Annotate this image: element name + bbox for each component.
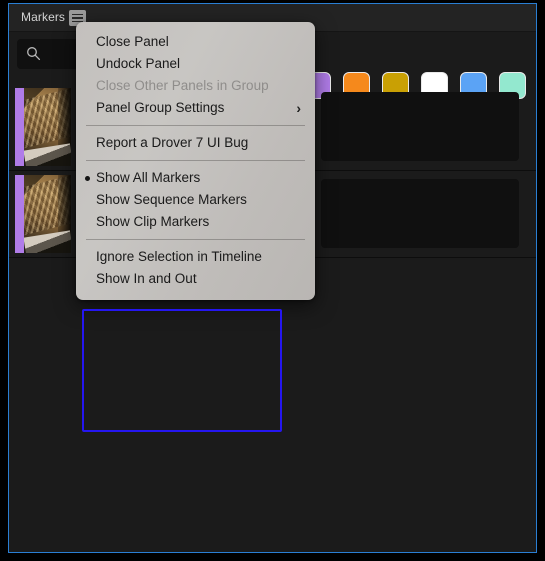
thumbnail-image <box>24 88 71 166</box>
menu-separator <box>86 160 305 161</box>
radio-selected-icon <box>85 176 90 181</box>
marker-comment-field[interactable] <box>321 179 519 248</box>
marker-comment-field[interactable] <box>321 92 519 161</box>
marker-color-bar <box>15 175 24 253</box>
app-root: Markers Close Panel Undock Panel Close O… <box>0 0 545 561</box>
marker-visibility-group: Show All Markers Show Sequence Markers S… <box>76 167 315 432</box>
menu-item-label: Close Panel <box>96 34 169 49</box>
menu-separator <box>86 239 305 240</box>
menu-item-report-ui-bug[interactable]: Report a Drover 7 UI Bug <box>76 132 315 154</box>
menu-item-close-panel[interactable]: Close Panel <box>76 31 315 53</box>
thumbnail-image <box>24 175 71 253</box>
menu-item-label: Show All Markers <box>96 170 201 185</box>
chevron-right-icon: › <box>296 100 301 116</box>
menu-item-panel-group-settings[interactable]: Panel Group Settings › <box>76 97 315 119</box>
menu-item-label: Show Clip Markers <box>96 214 210 229</box>
menu-item-close-other-panels-in-group: Close Other Panels in Group <box>76 75 315 97</box>
menu-item-label: Ignore Selection in Timeline <box>96 249 262 264</box>
menu-separator <box>86 125 305 126</box>
menu-item-show-clip-markers[interactable]: Show Clip Markers <box>76 211 315 233</box>
marker-thumbnail[interactable] <box>15 175 71 253</box>
marker-color-bar <box>15 88 24 166</box>
menu-item-ignore-selection-in-timeline[interactable]: Ignore Selection in Timeline <box>76 246 315 268</box>
menu-item-undock-panel[interactable]: Undock Panel <box>76 53 315 75</box>
menu-item-show-sequence-markers[interactable]: Show Sequence Markers <box>76 189 315 211</box>
marker-thumbnail[interactable] <box>15 88 71 166</box>
tab-markers[interactable]: Markers <box>21 10 65 24</box>
menu-item-show-in-and-out[interactable]: Show In and Out <box>76 268 315 290</box>
markers-panel: Markers Close Panel Undock Panel Close O… <box>8 3 537 553</box>
menu-item-label: Panel Group Settings <box>96 100 225 115</box>
menu-item-show-all-markers[interactable]: Show All Markers <box>76 167 315 189</box>
panel-context-menu: Close Panel Undock Panel Close Other Pan… <box>76 22 315 432</box>
menu-item-label: Show Sequence Markers <box>96 192 247 207</box>
menu-item-label: Undock Panel <box>96 56 181 71</box>
search-icon <box>27 47 41 61</box>
menu-item-label: Close Other Panels in Group <box>96 78 269 93</box>
menu-item-label: Report a Drover 7 UI Bug <box>96 135 249 150</box>
menu-item-label: Show In and Out <box>96 271 197 286</box>
